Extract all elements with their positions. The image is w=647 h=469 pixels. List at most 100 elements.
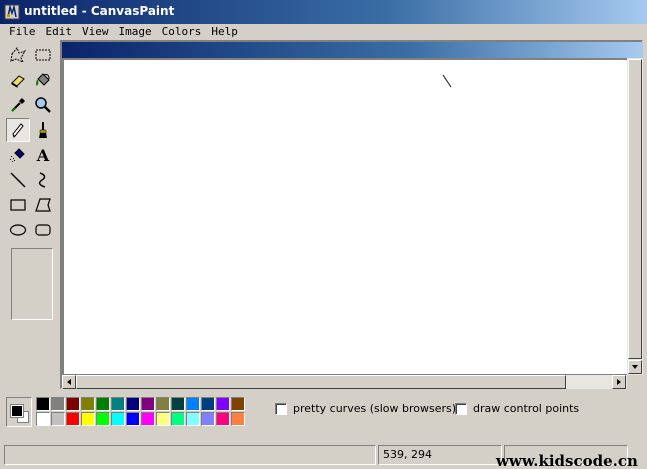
tool-polygon[interactable]: [31, 193, 55, 217]
color-palette: [36, 397, 246, 427]
palette-swatch[interactable]: [66, 412, 80, 426]
tool-text[interactable]: A: [31, 143, 55, 167]
palette-swatch[interactable]: [81, 412, 95, 426]
palette-swatch[interactable]: [186, 397, 200, 411]
text-icon: A: [36, 145, 50, 165]
arrow-down-icon: [632, 365, 638, 369]
palette-swatch[interactable]: [201, 412, 215, 426]
tool-brush[interactable]: [31, 118, 55, 142]
palette-swatch[interactable]: [201, 397, 215, 411]
app-icon: [4, 4, 20, 20]
palette-swatch[interactable]: [96, 412, 110, 426]
foreground-color-swatch[interactable]: [10, 404, 24, 418]
scroll-right-button[interactable]: [612, 375, 626, 389]
eraser-icon: [11, 75, 25, 88]
palette-swatch[interactable]: [111, 397, 125, 411]
palette-swatch[interactable]: [111, 412, 125, 426]
menu-edit[interactable]: Edit: [41, 24, 78, 40]
rectangle-icon: [10, 199, 26, 211]
ellipse-icon: [9, 224, 27, 236]
menu-image[interactable]: Image: [114, 24, 157, 40]
tool-eraser[interactable]: [6, 68, 30, 92]
scroll-down-button[interactable]: [628, 360, 642, 374]
tool-rect-select[interactable]: [31, 43, 55, 67]
brush-icon: [39, 122, 47, 138]
pretty-curves-checkbox[interactable]: [275, 402, 287, 415]
status-coordinates: 539, 294: [378, 445, 502, 465]
rect-select-icon: [35, 49, 51, 61]
color-palette-bar: pretty curves (slow browsers) draw contr…: [0, 392, 647, 436]
palette-swatch[interactable]: [96, 397, 110, 411]
tool-rectangle[interactable]: [6, 193, 30, 217]
palette-swatch[interactable]: [81, 397, 95, 411]
rounded-rect-icon: [35, 224, 51, 236]
polygon-icon: [35, 198, 51, 212]
current-colors[interactable]: [6, 397, 32, 427]
drawn-stroke: [442, 74, 452, 88]
toolbox: A: [6, 43, 56, 320]
title-bar: untitled - CanvasPaint: [0, 0, 647, 24]
menu-file[interactable]: File: [4, 24, 41, 40]
palette-swatch[interactable]: [51, 397, 65, 411]
menu-view[interactable]: View: [77, 24, 114, 40]
palette-swatch[interactable]: [51, 412, 65, 426]
pencil-icon: [12, 123, 24, 138]
arrow-right-icon: [617, 379, 621, 385]
tool-ellipse[interactable]: [6, 218, 30, 242]
curve-icon: [38, 172, 46, 188]
menu-help[interactable]: Help: [206, 24, 243, 40]
palette-swatch[interactable]: [171, 397, 185, 411]
watermark-text: www.kidscode.cn: [496, 452, 638, 469]
status-message: [4, 445, 376, 465]
palette-swatch[interactable]: [216, 397, 230, 411]
tool-airbrush[interactable]: [6, 143, 30, 167]
drawing-canvas[interactable]: [64, 60, 627, 374]
palette-swatch[interactable]: [231, 397, 245, 411]
palette-swatch[interactable]: [186, 412, 200, 426]
arrow-left-icon: [67, 379, 71, 385]
tool-pencil[interactable]: [6, 118, 30, 142]
pretty-curves-label: pretty curves (slow browsers): [293, 402, 457, 415]
tool-rounded-rect[interactable]: [31, 218, 55, 242]
control-points-label: draw control points: [473, 402, 580, 415]
control-points-checkbox[interactable]: [455, 402, 467, 415]
palette-swatch[interactable]: [66, 397, 80, 411]
tool-magnifier[interactable]: [31, 93, 55, 117]
palette-swatch[interactable]: [216, 412, 230, 426]
canvas-frame: [60, 40, 643, 389]
canvas-header-bar: [62, 42, 643, 58]
horizontal-scrollbar[interactable]: [62, 375, 627, 389]
fill-bucket-icon: [36, 73, 50, 86]
free-select-icon: [10, 47, 27, 63]
palette-swatch[interactable]: [156, 412, 170, 426]
palette-swatch[interactable]: [156, 397, 170, 411]
tool-line[interactable]: [6, 168, 30, 192]
pretty-curves-option[interactable]: pretty curves (slow browsers): [275, 402, 456, 415]
vertical-scroll-thumb[interactable]: [628, 59, 642, 359]
palette-swatch[interactable]: [126, 397, 140, 411]
airbrush-icon: [10, 148, 25, 162]
line-icon: [10, 172, 26, 188]
color-picker-icon: [11, 98, 25, 112]
palette-swatch[interactable]: [141, 397, 155, 411]
palette-swatch[interactable]: [171, 412, 185, 426]
menu-colors[interactable]: Colors: [157, 24, 207, 40]
tool-options-panel[interactable]: [11, 248, 53, 320]
tool-free-select[interactable]: [6, 43, 30, 67]
tool-curve[interactable]: [31, 168, 55, 192]
scroll-left-button[interactable]: [62, 375, 76, 389]
scroll-corner: [627, 375, 643, 389]
horizontal-scroll-thumb[interactable]: [76, 375, 566, 389]
palette-swatch[interactable]: [141, 412, 155, 426]
window-title: untitled - CanvasPaint: [24, 4, 175, 18]
palette-swatch[interactable]: [231, 412, 245, 426]
palette-swatch[interactable]: [36, 397, 50, 411]
palette-swatch[interactable]: [36, 412, 50, 426]
vertical-scrollbar[interactable]: [627, 58, 643, 375]
menu-bar: File Edit View Image Colors Help: [0, 24, 647, 40]
magnifier-icon: [35, 97, 51, 113]
control-points-option[interactable]: draw control points: [455, 402, 579, 415]
tool-fill[interactable]: [31, 68, 55, 92]
tool-color-picker[interactable]: [6, 93, 30, 117]
palette-swatch[interactable]: [126, 412, 140, 426]
